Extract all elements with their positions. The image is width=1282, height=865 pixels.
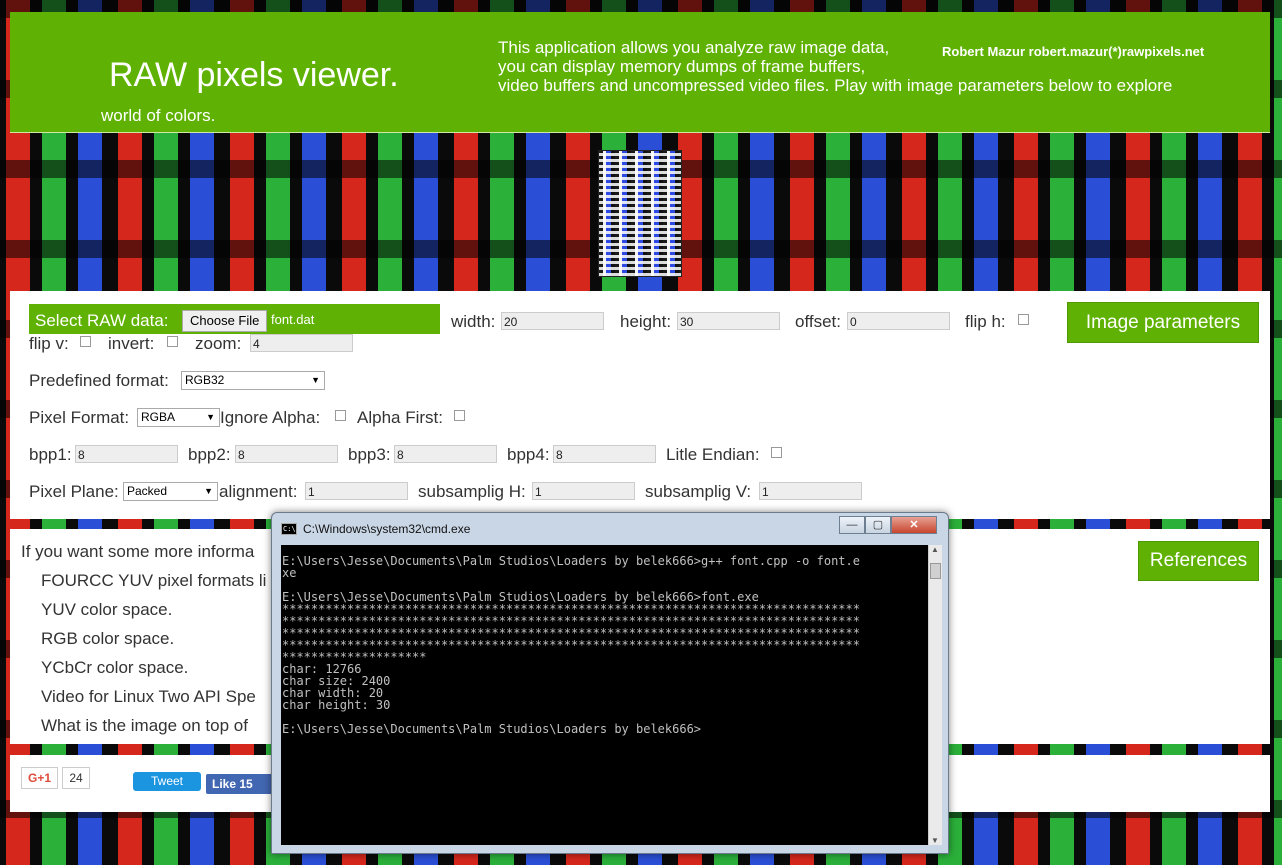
tweet-button[interactable]: Tweet: [133, 772, 201, 791]
file-name: font.dat: [271, 312, 315, 327]
offset-input[interactable]: 0: [847, 312, 950, 330]
reference-link-rgb[interactable]: RGB color space.: [41, 629, 174, 649]
scroll-up-icon[interactable]: ▲: [931, 545, 939, 554]
choose-file-button[interactable]: Choose File: [182, 310, 268, 332]
predefined-format-label: Predefined format:: [29, 371, 169, 390]
reference-link-fourcc[interactable]: FOURCC YUV pixel formats li: [41, 571, 266, 591]
zoom-label: zoom:: [195, 334, 242, 353]
pixel-format-value: RGBA: [141, 410, 176, 424]
image-parameters-button[interactable]: Image parameters: [1067, 302, 1259, 343]
pixel-plane-label: Pixel Plane:: [29, 482, 119, 501]
height-input[interactable]: 30: [677, 312, 780, 330]
ignore-alpha-checkbox[interactable]: [335, 410, 346, 421]
reference-link-yuv[interactable]: YUV color space.: [41, 600, 172, 620]
site-header: RAW pixels viewer. world of colors. This…: [10, 12, 1270, 133]
zoom-input[interactable]: 4: [250, 334, 353, 352]
select-raw-label: Select RAW data:: [35, 311, 169, 330]
facebook-like-button[interactable]: Like 15: [206, 774, 274, 794]
flip-v-label: flip v:: [29, 334, 69, 353]
desc-line-2: you can display memory dumps of frame bu…: [498, 57, 866, 76]
pixel-plane-select[interactable]: Packed ▼: [123, 482, 218, 501]
maximize-button[interactable]: ▢: [865, 516, 891, 534]
alignment-label: alignment:: [219, 482, 298, 501]
chevron-down-icon: ▼: [311, 375, 320, 385]
little-endian-checkbox[interactable]: [771, 447, 782, 458]
alpha-first-label: Alpha First:: [357, 408, 443, 427]
predefined-format-value: RGB32: [185, 373, 225, 387]
reference-link-top-image[interactable]: What is the image on top of: [41, 716, 248, 736]
subsampling-v-label: subsamplig V:: [645, 482, 752, 501]
references-button[interactable]: References: [1138, 541, 1259, 581]
cmd-titlebar[interactable]: C:\ C:\Windows\system32\cmd.exe — ▢ ✕: [272, 513, 948, 543]
pixel-plane-value: Packed: [127, 484, 168, 498]
image-preview: [598, 150, 682, 277]
bpp3-label: bpp3:: [348, 445, 391, 464]
google-plus-count: 24: [62, 767, 90, 789]
bpp2-input[interactable]: 8: [235, 445, 338, 463]
flip-h-checkbox[interactable]: [1018, 314, 1029, 325]
cmd-window[interactable]: C:\ C:\Windows\system32\cmd.exe — ▢ ✕ E:…: [271, 512, 949, 854]
console-scrollbar[interactable]: ▲ ▼: [928, 545, 942, 845]
ignore-alpha-label: Ignore Alpha:: [220, 408, 321, 427]
invert-checkbox[interactable]: [167, 336, 178, 347]
bpp4-input[interactable]: 8: [553, 445, 656, 463]
references-intro: If you want some more informa: [21, 542, 255, 561]
scroll-down-icon[interactable]: ▼: [931, 836, 939, 845]
subsampling-h-input[interactable]: 1: [532, 482, 635, 500]
bpp2-label: bpp2:: [188, 445, 231, 464]
minimize-button[interactable]: —: [839, 516, 865, 534]
desc-line-3: video buffers and uncompressed video fil…: [498, 76, 1173, 95]
little-endian-label: Litle Endian:: [666, 445, 760, 464]
invert-label: invert:: [108, 334, 155, 353]
parameters-panel: Select RAW data: Choose File font.dat wi…: [10, 291, 1270, 519]
google-plus-button[interactable]: G+1: [21, 767, 58, 789]
height-label: height:: [620, 312, 672, 331]
chevron-down-icon: ▼: [204, 486, 213, 496]
offset-label: offset:: [795, 312, 841, 331]
bpp1-label: bpp1:: [29, 445, 72, 464]
alpha-first-checkbox[interactable]: [454, 410, 465, 421]
page-subtitle: world of colors.: [101, 106, 216, 125]
bpp1-input[interactable]: 8: [75, 445, 178, 463]
subsampling-v-input[interactable]: 1: [759, 482, 862, 500]
predefined-format-select[interactable]: RGB32 ▼: [181, 371, 325, 390]
width-label: width:: [451, 312, 496, 331]
cmd-icon: C:\: [281, 523, 297, 535]
author-credit: Robert Mazur robert.mazur(*)rawpixels.ne…: [942, 44, 1205, 59]
reference-link-v4l2[interactable]: Video for Linux Two API Spe: [41, 687, 256, 707]
console-output[interactable]: E:\Users\Jesse\Documents\Palm Studios\Lo…: [281, 545, 928, 845]
scroll-thumb[interactable]: [930, 563, 941, 579]
cmd-title: C:\Windows\system32\cmd.exe: [303, 522, 471, 536]
pixel-format-label: Pixel Format:: [29, 408, 130, 427]
subsampling-h-label: subsamplig H:: [418, 482, 526, 501]
chevron-down-icon: ▼: [206, 412, 215, 422]
reference-link-ycbcr[interactable]: YCbCr color space.: [41, 658, 188, 678]
bpp3-input[interactable]: 8: [394, 445, 497, 463]
file-select-box: Select RAW data: Choose File font.dat: [29, 304, 440, 334]
page-title: RAW pixels viewer.: [109, 56, 399, 94]
flip-h-label: flip h:: [965, 312, 1006, 331]
pixel-format-select[interactable]: RGBA ▼: [137, 408, 220, 427]
bpp4-label: bpp4:: [507, 445, 550, 464]
alignment-input[interactable]: 1: [305, 482, 408, 500]
close-button[interactable]: ✕: [891, 516, 937, 534]
width-input[interactable]: 20: [501, 312, 604, 330]
flip-v-checkbox[interactable]: [80, 336, 91, 347]
